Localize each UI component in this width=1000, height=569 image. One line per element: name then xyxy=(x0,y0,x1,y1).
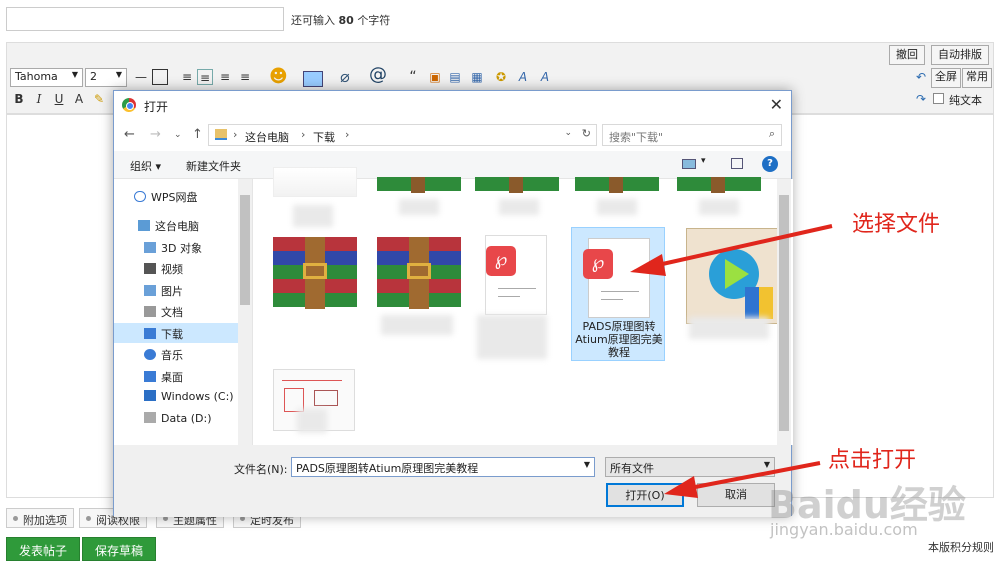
watermark-url: jingyan.baidu.com xyxy=(770,520,918,539)
annotation-select-file: 选择文件 xyxy=(852,212,941,237)
annotation-click-open: 点击打开 xyxy=(828,448,917,473)
